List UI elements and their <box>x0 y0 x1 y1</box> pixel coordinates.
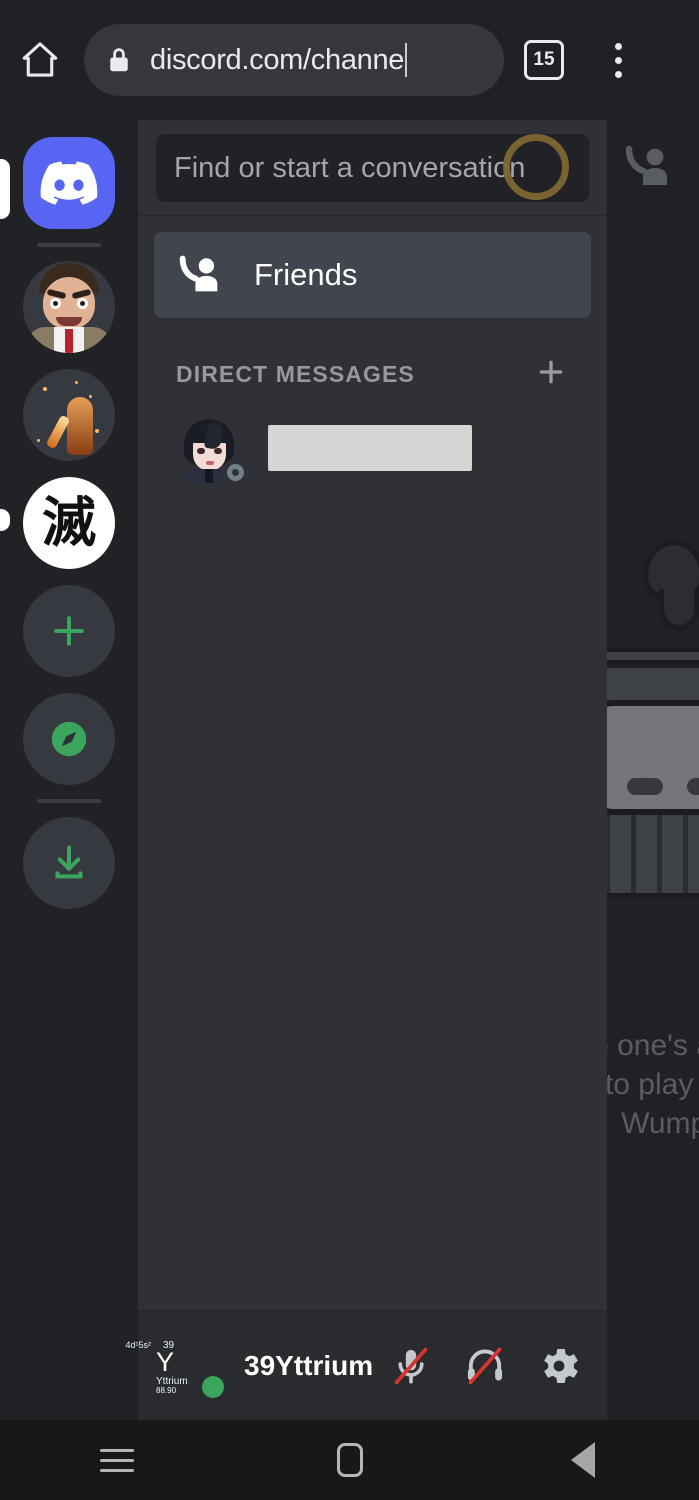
rail-separator <box>37 243 101 247</box>
tab-count-badge: 15 <box>524 40 564 80</box>
add-server-button[interactable] <box>0 577 138 685</box>
plus-glyph <box>54 616 84 646</box>
friends-wave-icon <box>179 255 218 292</box>
screen: discord.com/channe 15 one's to play Wump… <box>0 0 699 1500</box>
avatar[interactable]: 39 4d¹5s² Y Yttrium 88.90 <box>125 1332 228 1402</box>
unread-indicator <box>0 509 10 531</box>
tab-switcher-button[interactable]: 15 <box>504 40 584 80</box>
dm-section-title: DIRECT MESSAGES <box>176 361 415 387</box>
rail-separator <box>37 799 101 803</box>
menu-dot <box>614 42 622 50</box>
username: 39Yttrium <box>244 1349 374 1381</box>
recents-button[interactable] <box>57 1420 177 1500</box>
kanji-glyph: 滅 <box>42 491 96 554</box>
active-server-indicator <box>0 159 10 219</box>
plus-icon <box>23 585 115 677</box>
download-glyph <box>55 845 83 879</box>
back-icon <box>570 1442 595 1478</box>
android-back-button[interactable] <box>523 1420 643 1500</box>
gear-icon <box>544 1348 578 1383</box>
server-rail: 滅 <box>0 120 138 1420</box>
microphone-muted-icon <box>394 1347 428 1384</box>
dm-sidebar: Find or start a conversation Friends DIR… <box>125 120 607 1420</box>
server-avatar <box>23 369 115 461</box>
sidebar-item-home[interactable] <box>0 129 138 237</box>
discord-clyde-icon <box>40 161 98 205</box>
create-dm-button[interactable] <box>523 354 579 395</box>
server-avatar: 滅 <box>23 477 115 569</box>
android-home-button[interactable] <box>290 1420 410 1500</box>
compass-glyph <box>51 721 87 757</box>
browser-home-button[interactable] <box>0 38 80 82</box>
explore-servers-button[interactable] <box>0 685 138 793</box>
mute-microphone-button[interactable] <box>387 1342 435 1390</box>
menu-dot <box>614 56 622 64</box>
status-badge-offline <box>222 459 248 485</box>
recents-icon <box>99 1448 134 1472</box>
search-placeholder: Find or start a conversation <box>174 151 526 184</box>
deafen-button[interactable] <box>461 1342 509 1390</box>
sidebar-item-friends[interactable]: Friends <box>154 232 591 318</box>
sidebar-item-server-mr-bean[interactable] <box>0 253 138 361</box>
status-badge-online <box>198 1371 228 1402</box>
user-controls <box>387 1342 589 1390</box>
server-avatar <box>23 261 115 353</box>
dm-name-redacted <box>268 425 472 471</box>
plus-icon <box>539 360 563 384</box>
download-icon <box>23 817 115 909</box>
search-area: Find or start a conversation <box>138 120 607 216</box>
dm-section-header: DIRECT MESSAGES <box>154 318 591 409</box>
url-text: discord.com/channe <box>150 43 405 76</box>
lock-icon <box>110 48 128 72</box>
sidebar-nav-list: Friends DIRECT MESSAGES <box>138 216 607 1310</box>
compass-icon <box>23 693 115 785</box>
home-icon <box>336 1443 363 1477</box>
headset-deafened-icon <box>467 1347 503 1384</box>
browser-toolbar: discord.com/channe 15 <box>0 0 699 120</box>
discord-app: No one's around to play with Wumpus <box>0 120 699 1420</box>
list-item[interactable] <box>162 409 583 487</box>
url-bar[interactable]: discord.com/channe <box>84 24 504 96</box>
user-identity[interactable]: 39Yttrium <box>244 1349 387 1381</box>
user-panel: 39 4d¹5s² Y Yttrium 88.90 39Yttrium <box>125 1310 607 1420</box>
navigation-drawer: 滅 Find or start a conversation Friends D… <box>0 120 607 1420</box>
menu-dot <box>614 70 622 78</box>
url-caret <box>405 43 408 77</box>
sidebar-item-server-fire[interactable] <box>0 361 138 469</box>
sidebar-item-label: Friends <box>254 257 358 292</box>
browser-menu-button[interactable] <box>584 42 652 78</box>
home-icon <box>22 42 58 77</box>
download-apps-button[interactable] <box>0 809 138 917</box>
android-navigation-bar <box>0 1420 699 1500</box>
loading-ring-indicator <box>503 134 569 200</box>
avatar <box>176 415 248 485</box>
dm-list <box>154 409 591 487</box>
discord-logo-icon <box>23 137 115 229</box>
kanji-avatar: 滅 <box>23 477 115 569</box>
sidebar-item-server-kanji[interactable]: 滅 <box>0 469 138 577</box>
user-settings-button[interactable] <box>535 1342 583 1390</box>
